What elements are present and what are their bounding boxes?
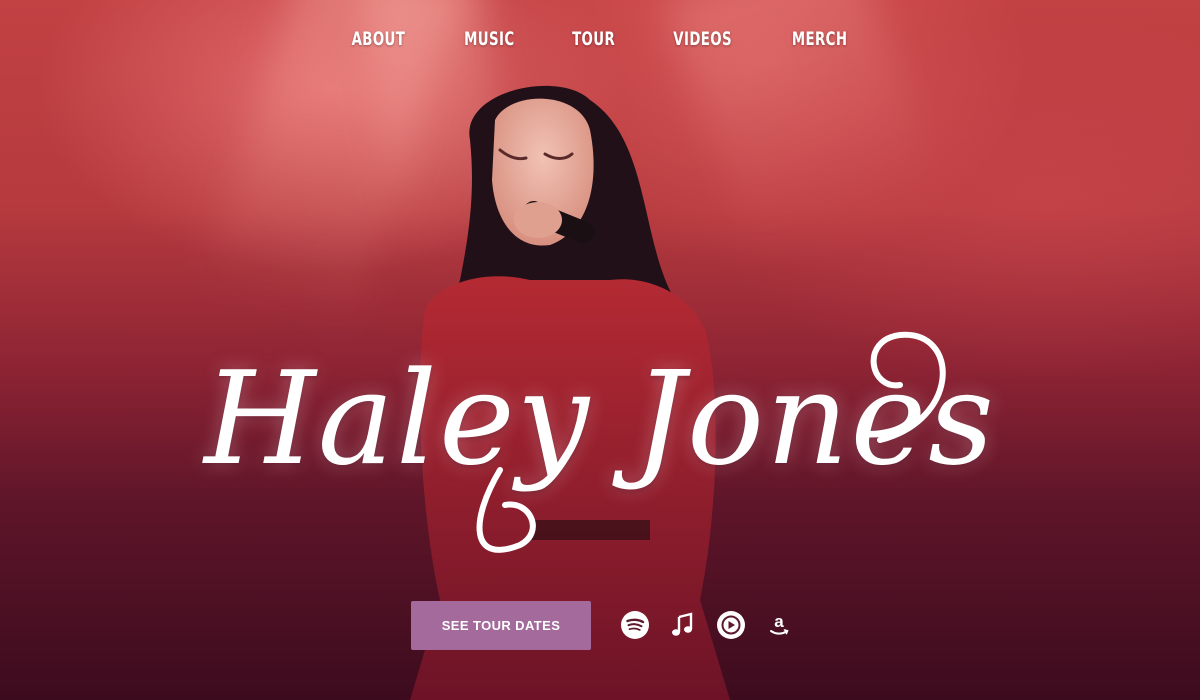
main-nav: ABOUT MUSIC TOUR VIDEOS MERCH xyxy=(0,28,1200,50)
apple-music-icon[interactable] xyxy=(668,609,698,641)
nav-about[interactable]: ABOUT xyxy=(352,28,406,50)
spotify-icon[interactable] xyxy=(620,609,650,641)
svg-text:a: a xyxy=(774,612,784,631)
see-tour-dates-button[interactable]: SEE TOUR DATES xyxy=(411,601,591,650)
streaming-links: a xyxy=(620,609,794,641)
youtube-music-icon[interactable] xyxy=(716,609,746,641)
nav-music[interactable]: MUSIC xyxy=(464,28,514,50)
artist-name-logo: Haley Jones xyxy=(204,345,996,494)
amazon-music-icon[interactable]: a xyxy=(764,609,794,641)
nav-tour[interactable]: TOUR xyxy=(572,28,615,50)
nav-merch[interactable]: MERCH xyxy=(792,28,848,50)
nav-videos[interactable]: VIDEOS xyxy=(673,28,732,50)
